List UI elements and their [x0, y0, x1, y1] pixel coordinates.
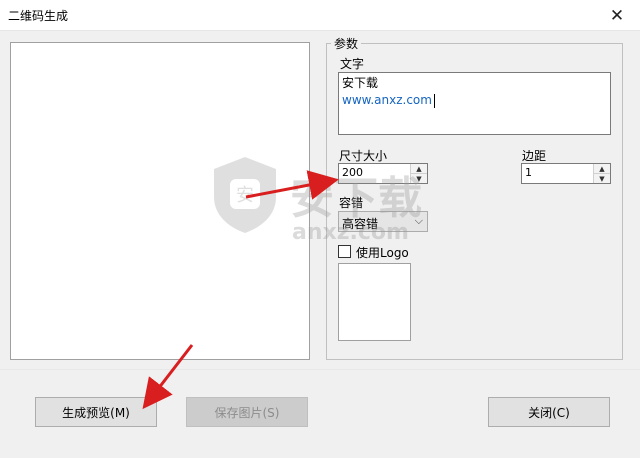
red-arrow-icon: [245, 170, 339, 200]
red-arrow-icon: [142, 344, 194, 410]
annotation-overlay: [142, 170, 339, 410]
